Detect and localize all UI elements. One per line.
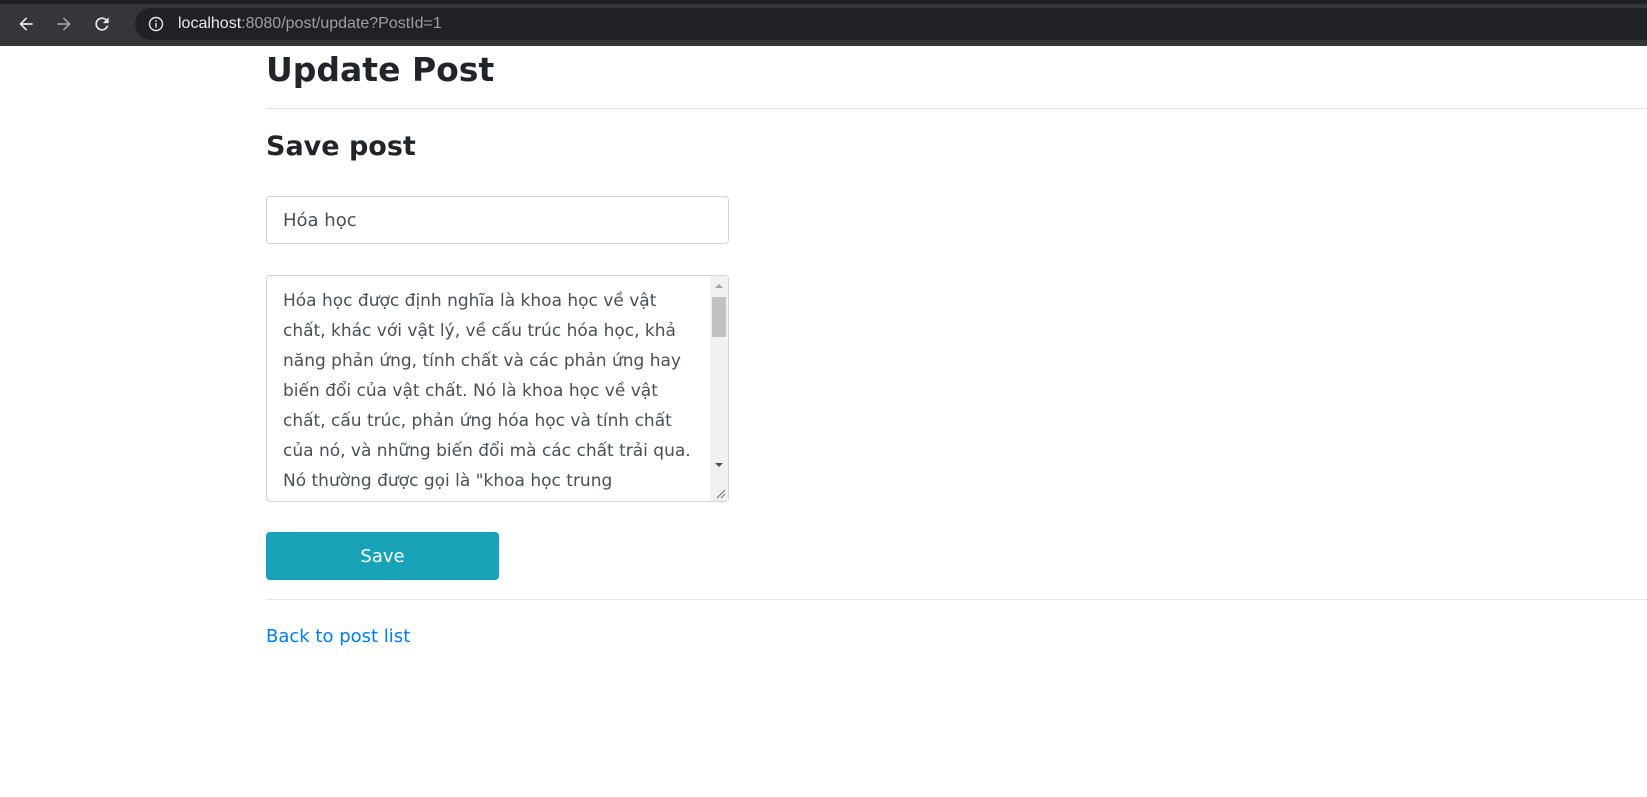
post-content-textarea[interactable]: Hóa học được định nghĩa là khoa học về v…: [266, 275, 729, 502]
section-title: Save post: [266, 131, 416, 162]
page-title: Update Post: [266, 50, 495, 89]
save-button[interactable]: Save: [266, 532, 499, 580]
browser-toolbar: localhost:8080/post/update?PostId=1: [0, 0, 1647, 46]
forward-arrow-icon[interactable]: [50, 10, 78, 38]
scroll-thumb[interactable]: [712, 297, 726, 337]
textarea-scrollbar[interactable]: [710, 276, 728, 501]
post-title-input[interactable]: [266, 196, 729, 244]
back-arrow-icon[interactable]: [12, 10, 40, 38]
back-to-post-list-link[interactable]: Back to post list: [266, 624, 410, 650]
scroll-down-icon[interactable]: [714, 460, 724, 470]
divider: [266, 599, 1647, 600]
url-text: localhost:8080/post/update?PostId=1: [178, 15, 442, 32]
address-bar[interactable]: localhost:8080/post/update?PostId=1: [135, 8, 1647, 40]
resize-grip-icon[interactable]: [716, 489, 726, 499]
scroll-up-icon[interactable]: [714, 281, 724, 291]
info-icon[interactable]: [148, 16, 164, 32]
divider: [266, 108, 1647, 109]
reload-icon[interactable]: [88, 10, 116, 38]
